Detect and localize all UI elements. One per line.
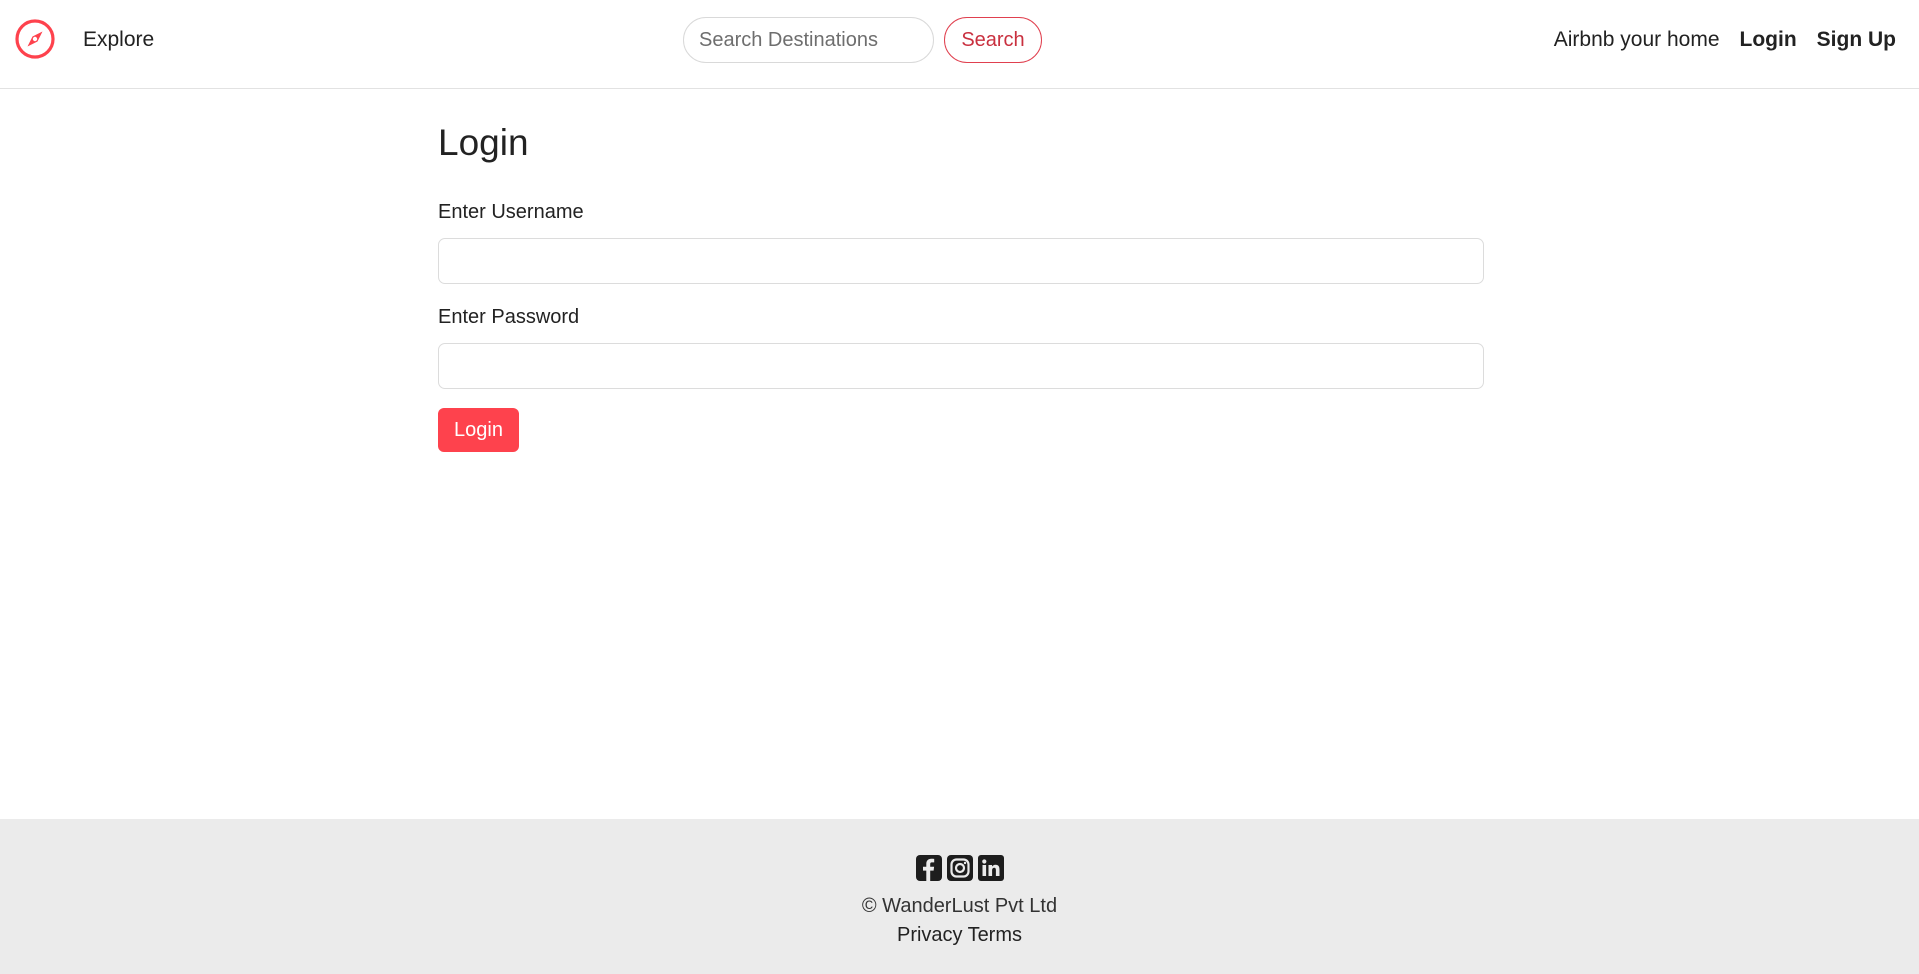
nav-explore-link[interactable]: Explore xyxy=(83,26,154,54)
search-button[interactable]: Search xyxy=(944,17,1042,63)
search-input[interactable] xyxy=(683,17,934,63)
password-field[interactable] xyxy=(438,343,1484,389)
compass-icon[interactable] xyxy=(14,18,56,60)
terms-link[interactable]: Terms xyxy=(968,922,1022,948)
nav-signup-link[interactable]: Sign Up xyxy=(1817,26,1896,54)
username-label: Enter Username xyxy=(438,201,584,223)
copyright-text: © WanderLust Pvt Ltd xyxy=(861,895,1058,917)
instagram-icon[interactable] xyxy=(946,855,973,881)
linkedin-icon[interactable] xyxy=(977,855,1004,881)
privacy-link[interactable]: Privacy xyxy=(897,922,963,948)
username-field[interactable] xyxy=(438,238,1484,284)
nav-right-links: Airbnb your home Login Sign Up xyxy=(1554,26,1896,54)
footer: © WanderLust Pvt Ltd Privacy Terms xyxy=(0,819,1919,974)
password-label: Enter Password xyxy=(438,306,580,328)
facebook-icon[interactable] xyxy=(915,855,942,881)
login-submit-button[interactable]: Login xyxy=(438,408,519,452)
footer-links: Privacy Terms xyxy=(0,922,1919,948)
nav-login-link[interactable]: Login xyxy=(1740,26,1797,54)
page-title: Login xyxy=(438,122,529,163)
nav-host-link[interactable]: Airbnb your home xyxy=(1554,26,1720,54)
social-links xyxy=(0,855,1919,881)
navbar: Explore Search Airbnb your home Login Si… xyxy=(0,0,1919,89)
